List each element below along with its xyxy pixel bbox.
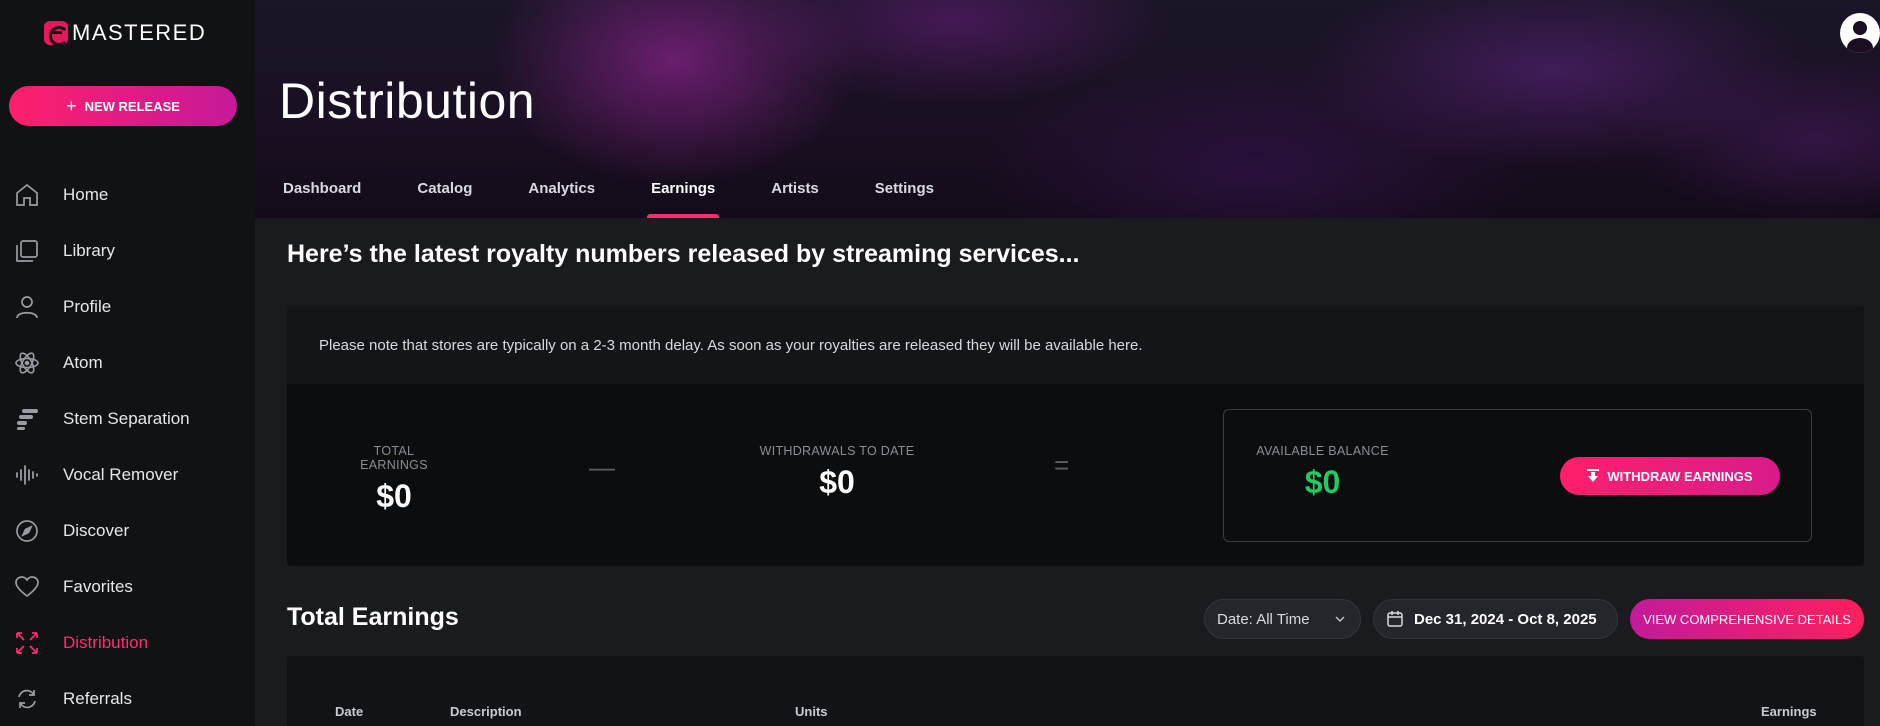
app-root: MASTERED + NEW RELEASE Home Library Prof…: [0, 0, 1880, 726]
view-comprehensive-details-button[interactable]: VIEW COMPREHENSIVE DETAILS: [1630, 599, 1864, 639]
royalty-headline: Here’s the latest royalty numbers releas…: [287, 240, 1080, 268]
logo-mark-icon: [44, 21, 69, 46]
column-header-earnings[interactable]: Earnings: [1761, 704, 1817, 719]
calendar-icon: [1387, 611, 1403, 627]
sidebar-item-label: Home: [63, 185, 109, 204]
sidebar-item-stem-separation[interactable]: Stem Separation: [0, 391, 255, 447]
sidebar-item-home[interactable]: Home: [0, 167, 255, 223]
sidebar-item-atom[interactable]: Atom: [0, 335, 255, 391]
stem-icon: [14, 406, 40, 432]
sidebar-item-label: Favorites: [63, 577, 133, 596]
library-icon: [14, 238, 40, 264]
header-banner: Distribution Dashboard Catalog Analytics…: [255, 0, 1880, 218]
sidebar-item-label: Distribution: [63, 633, 149, 652]
section-title: Total Earnings: [287, 603, 459, 631]
new-release-label: NEW RELEASE: [84, 98, 180, 114]
page-title: Distribution: [279, 73, 536, 129]
column-header-date[interactable]: Date: [335, 704, 363, 719]
sidebar-item-library[interactable]: Library: [0, 223, 255, 279]
available-balance-label: AVAILABLE BALANCE: [1256, 444, 1389, 458]
refresh-icon: [14, 686, 40, 712]
tab-analytics[interactable]: Analytics: [528, 180, 595, 218]
sidebar-item-distribution[interactable]: Distribution: [0, 615, 255, 671]
sidebar-item-label: Profile: [63, 297, 112, 316]
download-icon: [1587, 469, 1600, 482]
atom-icon: [14, 350, 40, 376]
sidebar-item-profile[interactable]: Profile: [0, 279, 255, 335]
sidebar-item-label: Library: [63, 241, 115, 260]
earnings-table: Date Description Units Earnings: [287, 656, 1864, 726]
withdrawals-label: WITHDRAWALS TO DATE: [759, 444, 915, 458]
tab-bar: Dashboard Catalog Analytics Earnings Art…: [283, 180, 990, 218]
chevron-down-icon: [1335, 616, 1345, 623]
brand-logo[interactable]: MASTERED: [44, 20, 206, 46]
withdrawals-stat: WITHDRAWALS TO DATE $0: [757, 444, 917, 501]
total-earnings-value: $0: [376, 478, 412, 514]
date-filter-select[interactable]: Date: All Time: [1204, 599, 1361, 639]
sidebar-item-label: Atom: [63, 353, 103, 372]
waveform-icon: [14, 462, 40, 488]
tab-earnings[interactable]: Earnings: [647, 180, 720, 218]
withdraw-earnings-label: WITHDRAW EARNINGS: [1607, 468, 1753, 484]
withdrawals-value: $0: [819, 464, 855, 500]
new-release-button[interactable]: + NEW RELEASE: [9, 86, 237, 126]
delay-notice: Please note that stores are typically on…: [287, 306, 1864, 384]
compass-icon: [14, 518, 40, 544]
sidebar-item-discover[interactable]: Discover: [0, 503, 255, 559]
tab-catalog[interactable]: Catalog: [417, 180, 472, 218]
sidebar-item-referrals[interactable]: Referrals: [0, 671, 255, 726]
equals-icon: =: [1054, 450, 1070, 480]
sidebar-item-label: Discover: [63, 521, 130, 540]
available-balance-box: AVAILABLE BALANCE $0 WITHDRAW EARNINGS: [1223, 409, 1812, 542]
tab-artists[interactable]: Artists: [771, 180, 819, 218]
home-icon: [14, 182, 40, 208]
user-icon: [14, 294, 40, 320]
available-balance-value: $0: [1304, 464, 1341, 500]
total-earnings-label: TOTAL EARNINGS: [360, 444, 428, 472]
date-filter-value: Date: All Time: [1217, 610, 1310, 628]
minus-icon: —: [589, 452, 615, 482]
distribution-icon: [14, 630, 40, 656]
plus-icon: +: [66, 96, 77, 116]
sidebar-item-label: Stem Separation: [63, 409, 190, 428]
sidebar-nav: Home Library Profile Atom Stem Separatio…: [0, 167, 255, 726]
date-range-picker[interactable]: Dec 31, 2024 - Oct 8, 2025: [1373, 599, 1618, 639]
avatar[interactable]: [1840, 13, 1880, 53]
withdraw-earnings-button[interactable]: WITHDRAW EARNINGS: [1560, 457, 1780, 495]
sidebar: MASTERED + NEW RELEASE Home Library Prof…: [0, 0, 255, 726]
column-header-units[interactable]: Units: [795, 704, 828, 719]
total-earnings-stat: TOTAL EARNINGS $0: [339, 444, 449, 515]
available-balance-stat: AVAILABLE BALANCE $0: [1255, 444, 1390, 501]
brand-name: MASTERED: [72, 20, 207, 45]
main-content: Here’s the latest royalty numbers releas…: [255, 218, 1880, 726]
heart-icon: [14, 574, 40, 600]
earnings-summary-card: Please note that stores are typically on…: [287, 306, 1864, 566]
tab-dashboard[interactable]: Dashboard: [283, 180, 361, 218]
sidebar-item-vocal-remover[interactable]: Vocal Remover: [0, 447, 255, 503]
sidebar-item-label: Vocal Remover: [63, 465, 179, 484]
tab-settings[interactable]: Settings: [875, 180, 934, 218]
sidebar-item-label: Referrals: [63, 689, 132, 708]
date-range-value: Dec 31, 2024 - Oct 8, 2025: [1414, 610, 1597, 628]
sidebar-item-favorites[interactable]: Favorites: [0, 559, 255, 615]
column-header-description[interactable]: Description: [450, 704, 522, 719]
